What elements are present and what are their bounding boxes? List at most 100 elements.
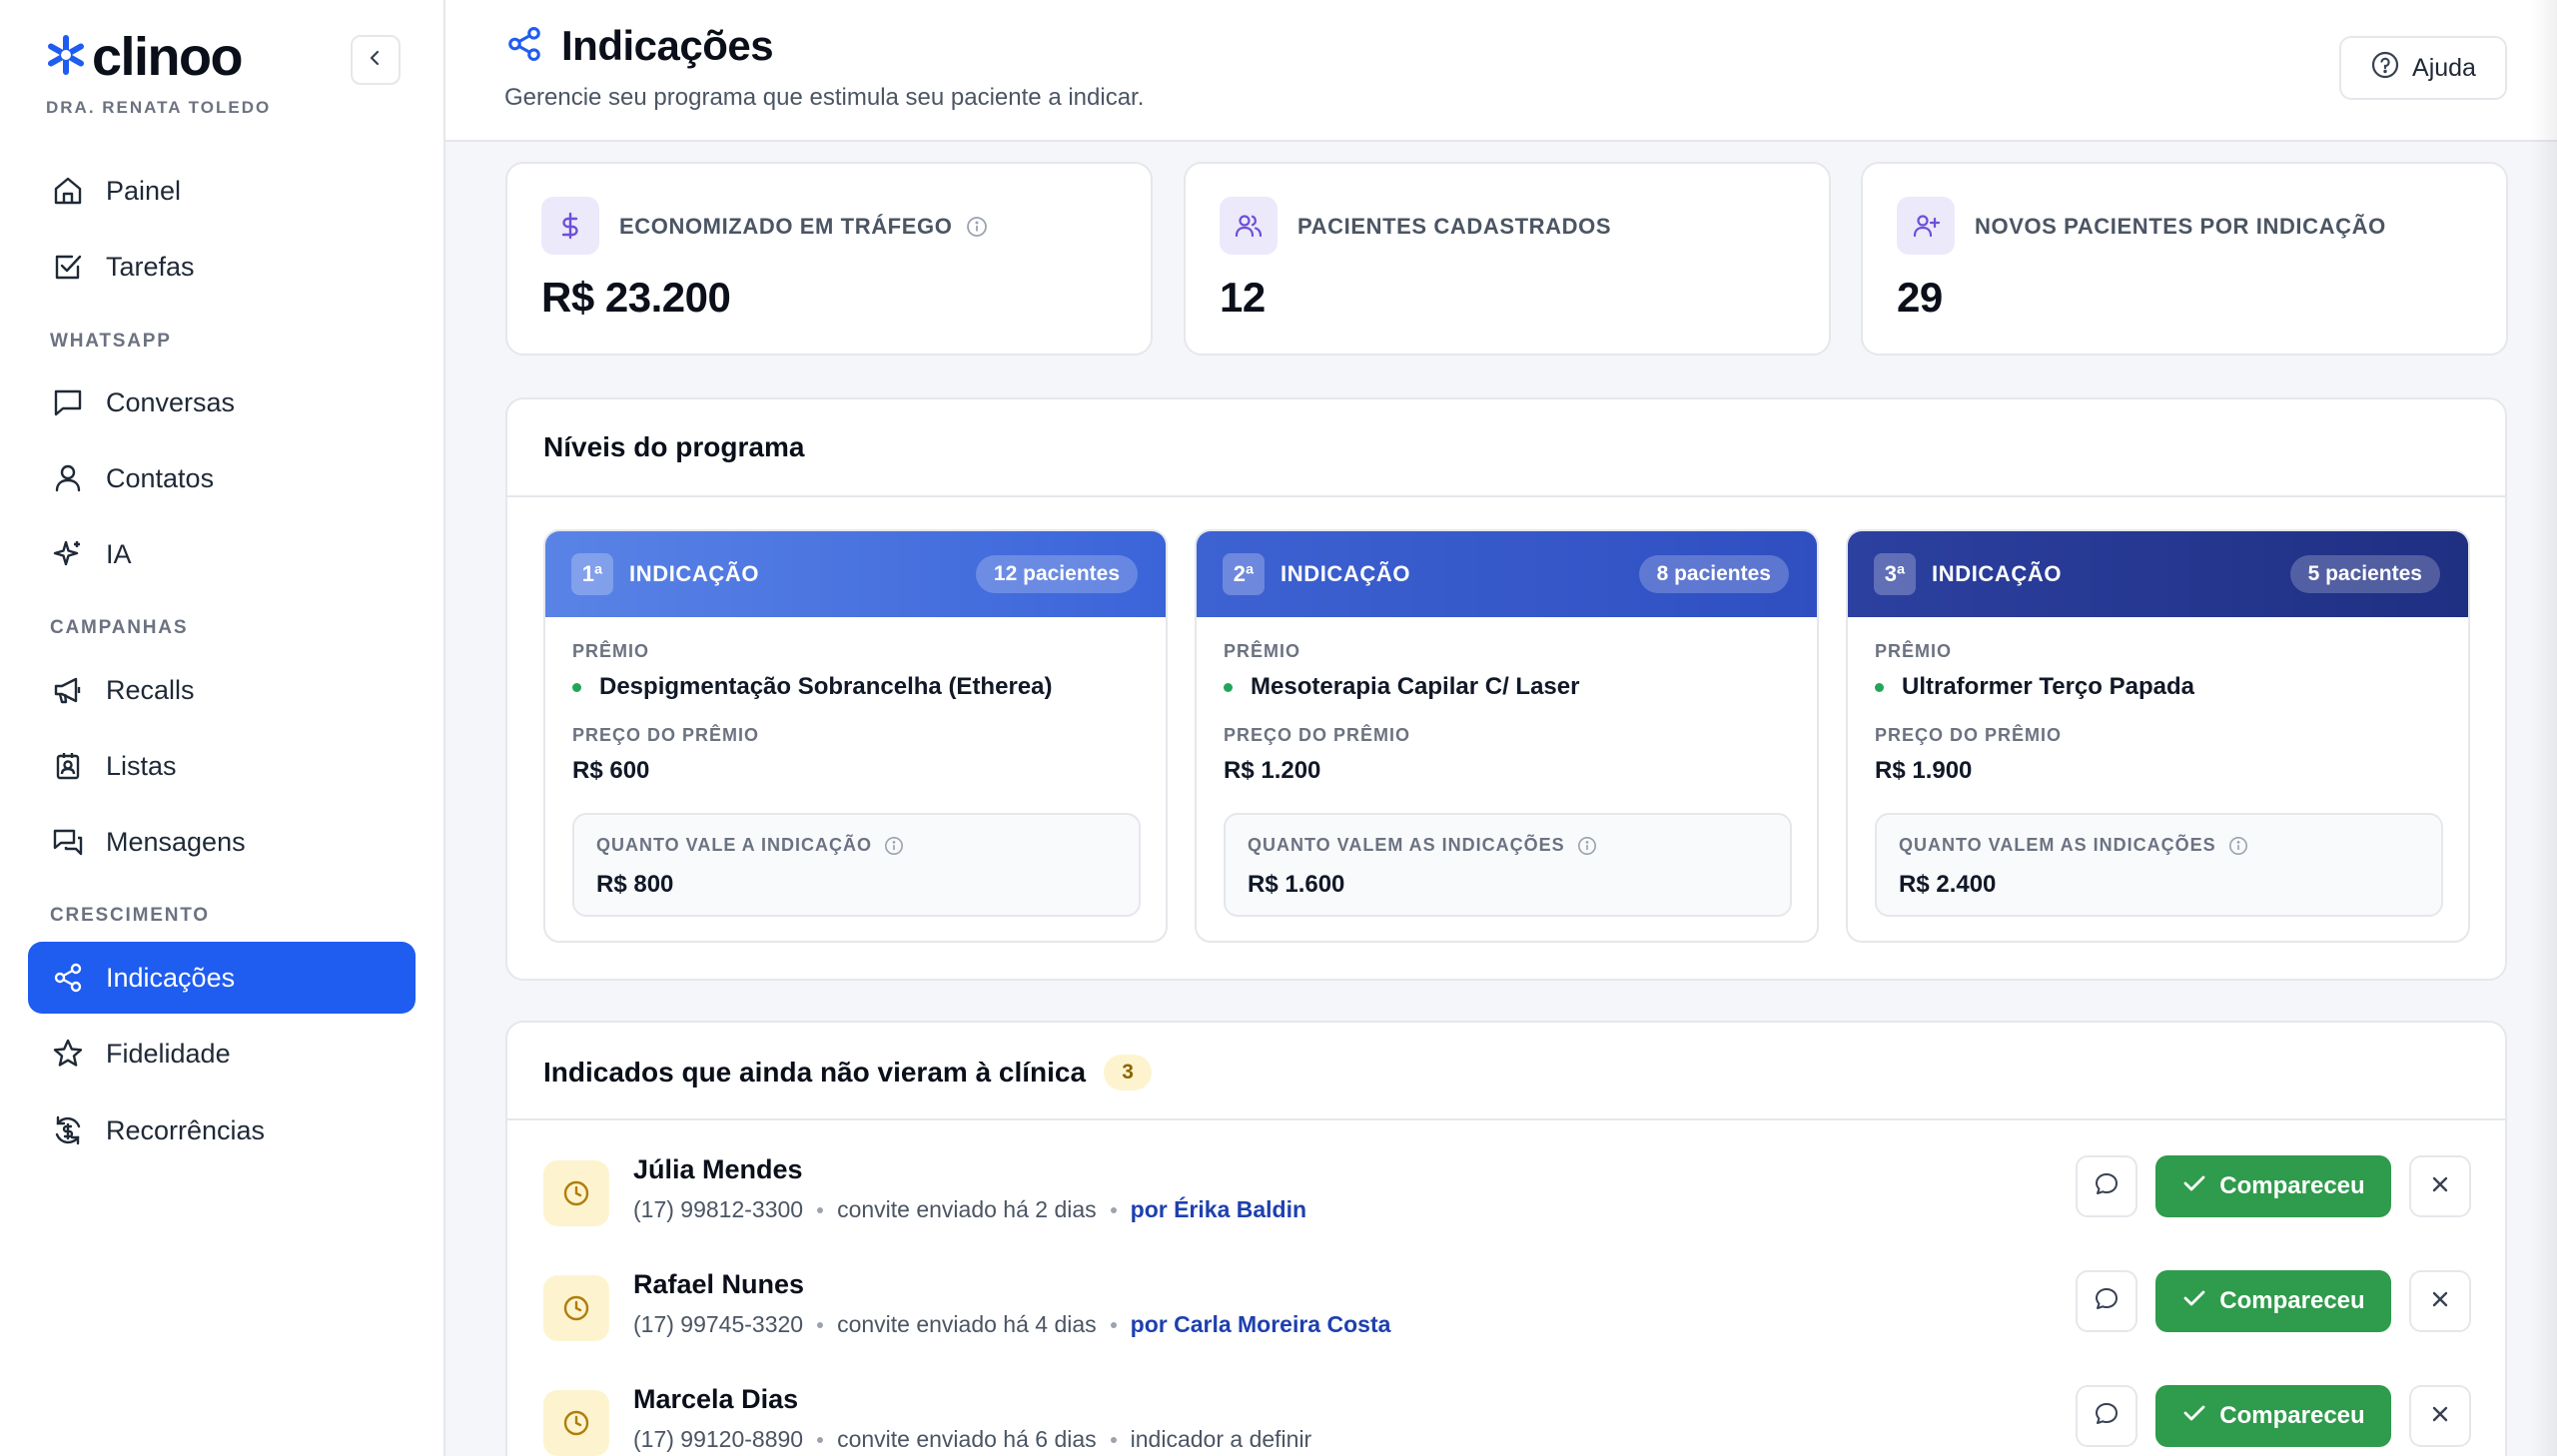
worth-box: QUANTO VALE A INDICAÇÃO R$ 800 <box>572 813 1141 917</box>
sidebar-item-painel[interactable]: Painel <box>28 155 416 227</box>
attended-label: Compareceu <box>2219 1172 2365 1199</box>
sidebar-item-fidelidade[interactable]: Fidelidade <box>28 1018 416 1090</box>
level-title: INDICAÇÃO <box>1932 561 2063 586</box>
level-ordinal: 2ª <box>1223 553 1265 595</box>
prize-price: R$ 600 <box>572 757 650 784</box>
close-icon <box>2429 1173 2451 1200</box>
sidebar-item-tarefas[interactable]: Tarefas <box>28 231 416 303</box>
message-button[interactable] <box>2076 1270 2137 1332</box>
page-subtitle: Gerencie seu programa que estimula seu p… <box>504 84 1145 111</box>
attended-button[interactable]: Compareceu <box>2155 1270 2391 1332</box>
home-icon <box>50 173 86 209</box>
worth-box: QUANTO VALEM AS INDICAÇÕES R$ 2.400 <box>1875 813 2443 917</box>
sidebar-item-indicacoes[interactable]: Indicações <box>28 942 416 1014</box>
referral-sent: convite enviado há 4 dias <box>837 1311 1097 1337</box>
megaphone-icon <box>50 672 86 708</box>
level-patients-badge: 12 pacientes <box>975 555 1138 593</box>
clock-icon <box>543 1390 609 1456</box>
prize-label: PRÊMIO <box>1224 641 1301 661</box>
worth-label-text: QUANTO VALEM AS INDICAÇÕES <box>1248 835 1565 855</box>
brand-logo[interactable]: clinoo <box>44 27 244 87</box>
sidebar-item-recalls[interactable]: Recalls <box>28 654 416 726</box>
stat-label: NOVOS PACIENTES POR INDICAÇÃO <box>1975 214 2386 239</box>
worth-value: R$ 800 <box>596 871 674 898</box>
level-title: INDICAÇÃO <box>629 561 760 586</box>
page-edge-shadow <box>2531 0 2557 1456</box>
info-icon[interactable] <box>884 836 904 856</box>
worth-value: R$ 1.600 <box>1248 871 1345 898</box>
price-label: PREÇO DO PRÊMIO <box>572 725 760 745</box>
referrer-link[interactable]: por Érika Baldin <box>1131 1196 1306 1223</box>
level-card-2: 2ª INDICAÇÃO 8 pacientes PRÊMIO Mesotera… <box>1195 529 1819 943</box>
checkbox-icon <box>50 249 86 285</box>
separator-dot <box>1110 1436 1117 1443</box>
close-icon <box>2429 1403 2451 1430</box>
referral-sent: convite enviado há 2 dias <box>837 1196 1097 1222</box>
sidebar-item-label: Fidelidade <box>106 1038 231 1069</box>
user-icon <box>50 460 86 496</box>
dismiss-button[interactable] <box>2409 1155 2471 1217</box>
prize-name: Mesoterapia Capilar C/ Laser <box>1224 673 1579 701</box>
level-card-1: 1ª INDICAÇÃO 12 pacientes PRÊMIO Despigm… <box>543 529 1168 943</box>
level-card-3: 3ª INDICAÇÃO 5 pacientes PRÊMIO Ultrafor… <box>1846 529 2470 943</box>
dismiss-button[interactable] <box>2409 1270 2471 1332</box>
referral-meta: (17) 99120-8890 convite enviado há 6 dia… <box>633 1426 1311 1453</box>
message-button[interactable] <box>2076 1155 2137 1217</box>
prize-price: R$ 1.900 <box>1875 757 1973 784</box>
clinic-name: DRA. RENATA TOLEDO <box>46 98 272 117</box>
referrer-link[interactable]: por Carla Moreira Costa <box>1131 1311 1391 1338</box>
sidebar-item-mensagens[interactable]: Mensagens <box>28 806 416 878</box>
close-icon <box>2429 1288 2451 1315</box>
separator-dot <box>1110 1206 1117 1213</box>
info-icon[interactable] <box>966 216 988 238</box>
level-ordinal: 1ª <box>571 553 613 595</box>
prize-label: PRÊMIO <box>1875 641 1953 661</box>
clock-icon <box>543 1275 609 1341</box>
referral-phone: (17) 99812-3300 <box>633 1196 804 1222</box>
prize-name-text: Despigmentação Sobrancelha (Etherea) <box>599 673 1053 700</box>
attended-label: Compareceu <box>2219 1287 2365 1314</box>
prize-name: Ultraformer Terço Papada <box>1875 673 2194 701</box>
price-label: PREÇO DO PRÊMIO <box>1875 725 2063 745</box>
sidebar-item-conversas[interactable]: Conversas <box>28 366 416 438</box>
sidebar-item-listas[interactable]: Listas <box>28 730 416 802</box>
status-dot <box>1875 682 1884 692</box>
stat-card-economia: ECONOMIZADO EM TRÁFEGO R$ 23.200 <box>505 162 1153 356</box>
referral-phone: (17) 99120-8890 <box>633 1426 804 1452</box>
stat-label: PACIENTES CADASTRADOS <box>1297 214 1612 239</box>
dismiss-button[interactable] <box>2409 1385 2471 1447</box>
referral-phone: (17) 99745-3320 <box>633 1311 804 1337</box>
collapse-sidebar-button[interactable] <box>351 35 401 85</box>
sidebar-item-label: Painel <box>106 175 182 206</box>
sidebar-item-contatos[interactable]: Contatos <box>28 442 416 514</box>
sidebar-item-label: Recalls <box>106 674 195 705</box>
refresh-dollar-icon <box>50 1112 86 1148</box>
info-icon[interactable] <box>1577 836 1597 856</box>
level-ordinal: 3ª <box>1874 553 1916 595</box>
attended-button[interactable]: Compareceu <box>2155 1385 2391 1447</box>
brand-name: clinoo <box>92 27 244 87</box>
message-button[interactable] <box>2076 1385 2137 1447</box>
sidebar-item-recorrencias[interactable]: Recorrências <box>28 1094 416 1166</box>
referrer-undefined: indicador a definir <box>1130 1426 1312 1452</box>
messages-icon <box>50 824 86 860</box>
sparkles-icon <box>50 536 86 572</box>
sidebar-item-label: Recorrências <box>106 1114 266 1145</box>
level-header: 3ª INDICAÇÃO 5 pacientes <box>1848 531 2468 617</box>
worth-value: R$ 2.400 <box>1899 871 1997 898</box>
pending-referrals-panel: Indicados que ainda não vieram à clínica… <box>505 1021 2507 1456</box>
count-badge: 3 <box>1104 1055 1153 1091</box>
prize-label: PRÊMIO <box>572 641 650 661</box>
help-button[interactable]: Ajuda <box>2339 36 2507 100</box>
info-icon[interactable] <box>2228 836 2248 856</box>
attended-button[interactable]: Compareceu <box>2155 1155 2391 1217</box>
level-header: 1ª INDICAÇÃO 12 pacientes <box>545 531 1166 617</box>
page-title-group: Indicações <box>505 22 774 70</box>
panel-title-text: Indicados que ainda não vieram à clínica <box>543 1057 1087 1088</box>
sidebar-item-ia[interactable]: IA <box>28 518 416 590</box>
dollar-icon <box>541 197 599 255</box>
referral-name: Marcela Dias <box>633 1384 799 1414</box>
topbar: Indicações Gerencie seu programa que est… <box>445 0 2557 142</box>
prize-name-text: Mesoterapia Capilar C/ Laser <box>1251 673 1580 700</box>
price-label: PREÇO DO PRÊMIO <box>1224 725 1411 745</box>
